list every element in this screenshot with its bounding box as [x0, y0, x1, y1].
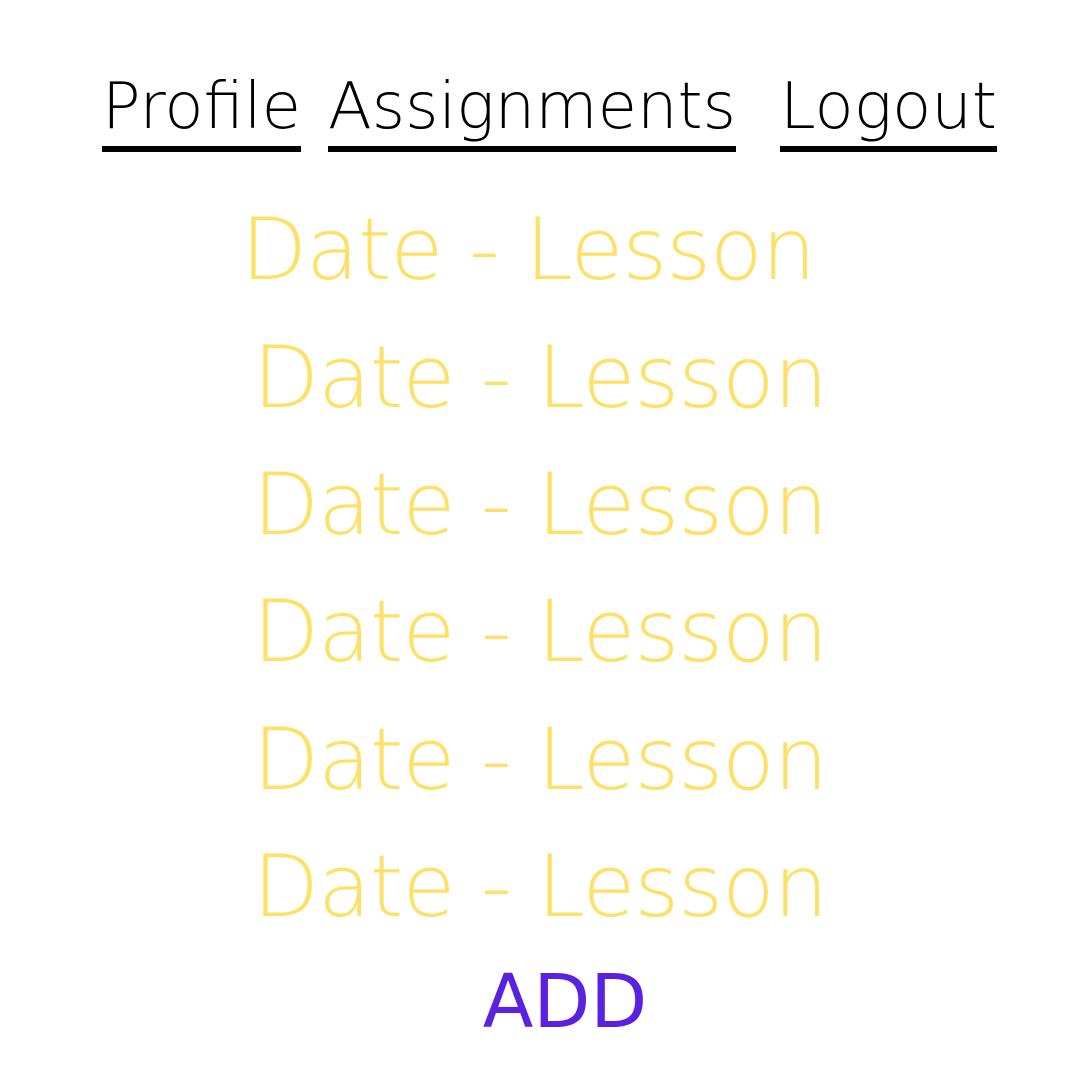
lesson-item[interactable]: Date - Lesson — [0, 710, 1080, 810]
lesson-item[interactable]: Date - Lesson — [0, 200, 1068, 300]
lesson-item[interactable]: Date - Lesson — [0, 582, 1080, 682]
add-button[interactable]: ADD — [470, 962, 660, 1042]
lesson-item[interactable]: Date - Lesson — [0, 328, 1080, 428]
lesson-item[interactable]: Date - Lesson — [0, 837, 1080, 937]
nav-link-profile[interactable]: Profile — [102, 68, 301, 152]
top-navigation: Profile Assignments Logout — [100, 68, 1020, 158]
lesson-item[interactable]: Date - Lesson — [0, 455, 1080, 555]
nav-link-assignments[interactable]: Assignments — [328, 68, 736, 152]
nav-link-logout[interactable]: Logout — [780, 68, 997, 152]
